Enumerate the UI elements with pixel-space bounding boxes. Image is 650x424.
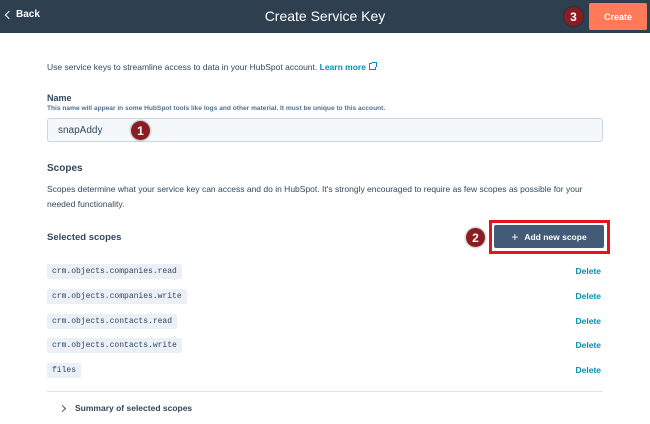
back-button[interactable]: Back (4, 9, 40, 20)
scope-row: crm.objects.contacts.read Delete (47, 314, 603, 330)
chevron-left-icon (4, 10, 14, 20)
create-button[interactable]: Create (589, 3, 647, 30)
scope-name: crm.objects.contacts.write (47, 338, 182, 353)
scope-name: crm.objects.contacts.read (47, 314, 178, 329)
step-marker-3: 3 (564, 7, 583, 26)
top-bar: Back Create Service Key Create (0, 0, 650, 33)
back-label: Back (16, 9, 40, 20)
intro-text: Use service keys to streamline access to… (47, 62, 377, 72)
scopes-heading: Scopes (47, 163, 83, 174)
delete-scope-button[interactable]: Delete (575, 266, 601, 276)
intro-description: Use service keys to streamline access to… (47, 62, 318, 72)
summary-label: Summary of selected scopes (75, 403, 193, 413)
delete-scope-button[interactable]: Delete (575, 365, 601, 375)
delete-scope-button[interactable]: Delete (575, 340, 601, 350)
scope-row: crm.objects.companies.read Delete (47, 264, 603, 280)
scope-row: files Delete (47, 363, 603, 379)
scope-name: crm.objects.companies.write (47, 289, 187, 304)
scope-name: files (47, 363, 82, 378)
scope-row: crm.objects.contacts.write Delete (47, 338, 603, 354)
name-help-text: This name will appear in some HubSpot to… (47, 105, 386, 112)
plus-icon: + (511, 229, 519, 244)
divider (47, 391, 603, 392)
scope-name: crm.objects.companies.read (47, 264, 182, 279)
learn-more-link[interactable]: Learn more (319, 62, 377, 72)
delete-scope-button[interactable]: Delete (575, 316, 601, 326)
selected-scopes-heading: Selected scopes (47, 232, 122, 243)
step-marker-2: 2 (466, 228, 485, 247)
summary-toggle[interactable]: Summary of selected scopes (58, 403, 193, 413)
step-marker-1: 1 (131, 121, 150, 140)
delete-scope-button[interactable]: Delete (575, 291, 601, 301)
chevron-right-icon (58, 404, 67, 412)
scopes-description: Scopes determine what your service key c… (47, 184, 583, 209)
scope-row: crm.objects.companies.write Delete (47, 289, 603, 305)
add-new-scope-button[interactable]: + Add new scope (494, 225, 604, 248)
add-new-scope-label: Add new scope (524, 231, 587, 242)
learn-more-label: Learn more (319, 62, 366, 72)
external-link-icon (368, 62, 377, 70)
page-title: Create Service Key (264, 8, 386, 24)
name-label: Name (47, 93, 72, 103)
